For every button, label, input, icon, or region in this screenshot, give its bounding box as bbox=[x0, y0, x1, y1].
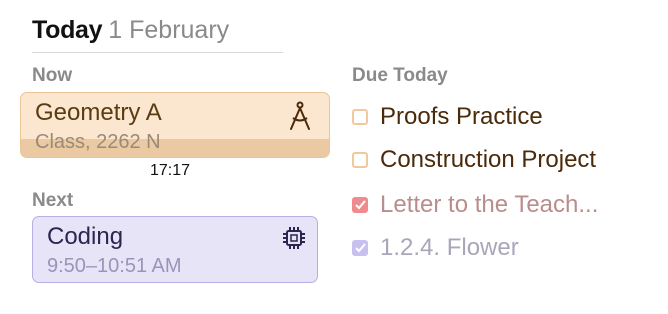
task-checkbox[interactable] bbox=[352, 152, 368, 168]
task-label: Letter to the Teach... bbox=[380, 191, 599, 218]
current-class-card[interactable]: Geometry A Class, 2262 N bbox=[20, 92, 330, 158]
task-item[interactable]: Letter to the Teach... bbox=[352, 190, 598, 220]
class-subtitle: Class, 2262 N bbox=[35, 131, 161, 153]
next-class-time: 9:50–10:51 AM bbox=[47, 255, 182, 277]
task-checkbox-checked[interactable] bbox=[352, 240, 368, 256]
task-label: 1.2.4. Flower bbox=[380, 234, 519, 261]
class-title: Geometry A bbox=[35, 99, 162, 126]
page-header: Today 1 February bbox=[32, 16, 283, 53]
task-label: Construction Project bbox=[380, 146, 597, 173]
next-class-title: Coding bbox=[47, 223, 124, 250]
task-item[interactable]: Proofs Practice bbox=[352, 102, 543, 132]
task-item[interactable]: 1.2.4. Flower bbox=[352, 233, 519, 263]
chip-icon bbox=[281, 225, 307, 256]
checkmark-icon bbox=[354, 200, 366, 210]
now-section-label: Now bbox=[32, 65, 73, 86]
task-checkbox[interactable] bbox=[352, 109, 368, 125]
next-section-label: Next bbox=[32, 190, 74, 211]
compass-icon bbox=[287, 101, 313, 136]
task-item[interactable]: Construction Project bbox=[352, 145, 596, 175]
task-label: Proofs Practice bbox=[380, 103, 543, 130]
checkmark-icon bbox=[354, 243, 366, 253]
current-time-label: 17:17 bbox=[150, 162, 191, 179]
task-checkbox-checked[interactable] bbox=[352, 197, 368, 213]
page-date: 1 February bbox=[108, 16, 230, 44]
page-title: Today bbox=[32, 16, 103, 44]
next-class-card[interactable]: Coding 9:50–10:51 AM bbox=[32, 216, 318, 283]
due-today-section-label: Due Today bbox=[352, 65, 448, 86]
